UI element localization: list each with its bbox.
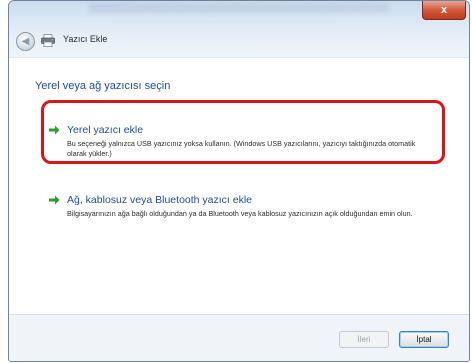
close-button[interactable]: x [422, 1, 466, 20]
window-title: Yazıcı Ekle [63, 34, 108, 44]
highlight-box [41, 100, 445, 164]
wizard-footer: İleri İptal [9, 314, 469, 361]
close-icon: x [440, 4, 448, 16]
add-printer-window: x ◀ Yazıcı Ekle Yerel veya ağ yazıcısı s… [8, 0, 470, 362]
next-button[interactable]: İleri [339, 331, 389, 348]
wizard-content: Yerel veya ağ yazıcısı seçin Yerel yazıc… [9, 57, 469, 315]
title-bar-blur [89, 3, 389, 13]
option-description: Bilgisayarınızın ağa bağlı olduğundan ya… [67, 209, 413, 218]
option-title: Ağ, kablosuz veya Bluetooth yazıcı ekle [67, 194, 253, 206]
cancel-button[interactable]: İptal [399, 331, 449, 348]
title-bar[interactable]: x ◀ Yazıcı Ekle [9, 1, 469, 57]
back-arrow-icon: ◀ [21, 36, 30, 47]
back-button[interactable]: ◀ [16, 32, 35, 51]
printer-icon [41, 34, 55, 47]
green-arrow-icon [49, 195, 60, 205]
page-heading: Yerel veya ağ yazıcısı seçin [35, 80, 171, 92]
